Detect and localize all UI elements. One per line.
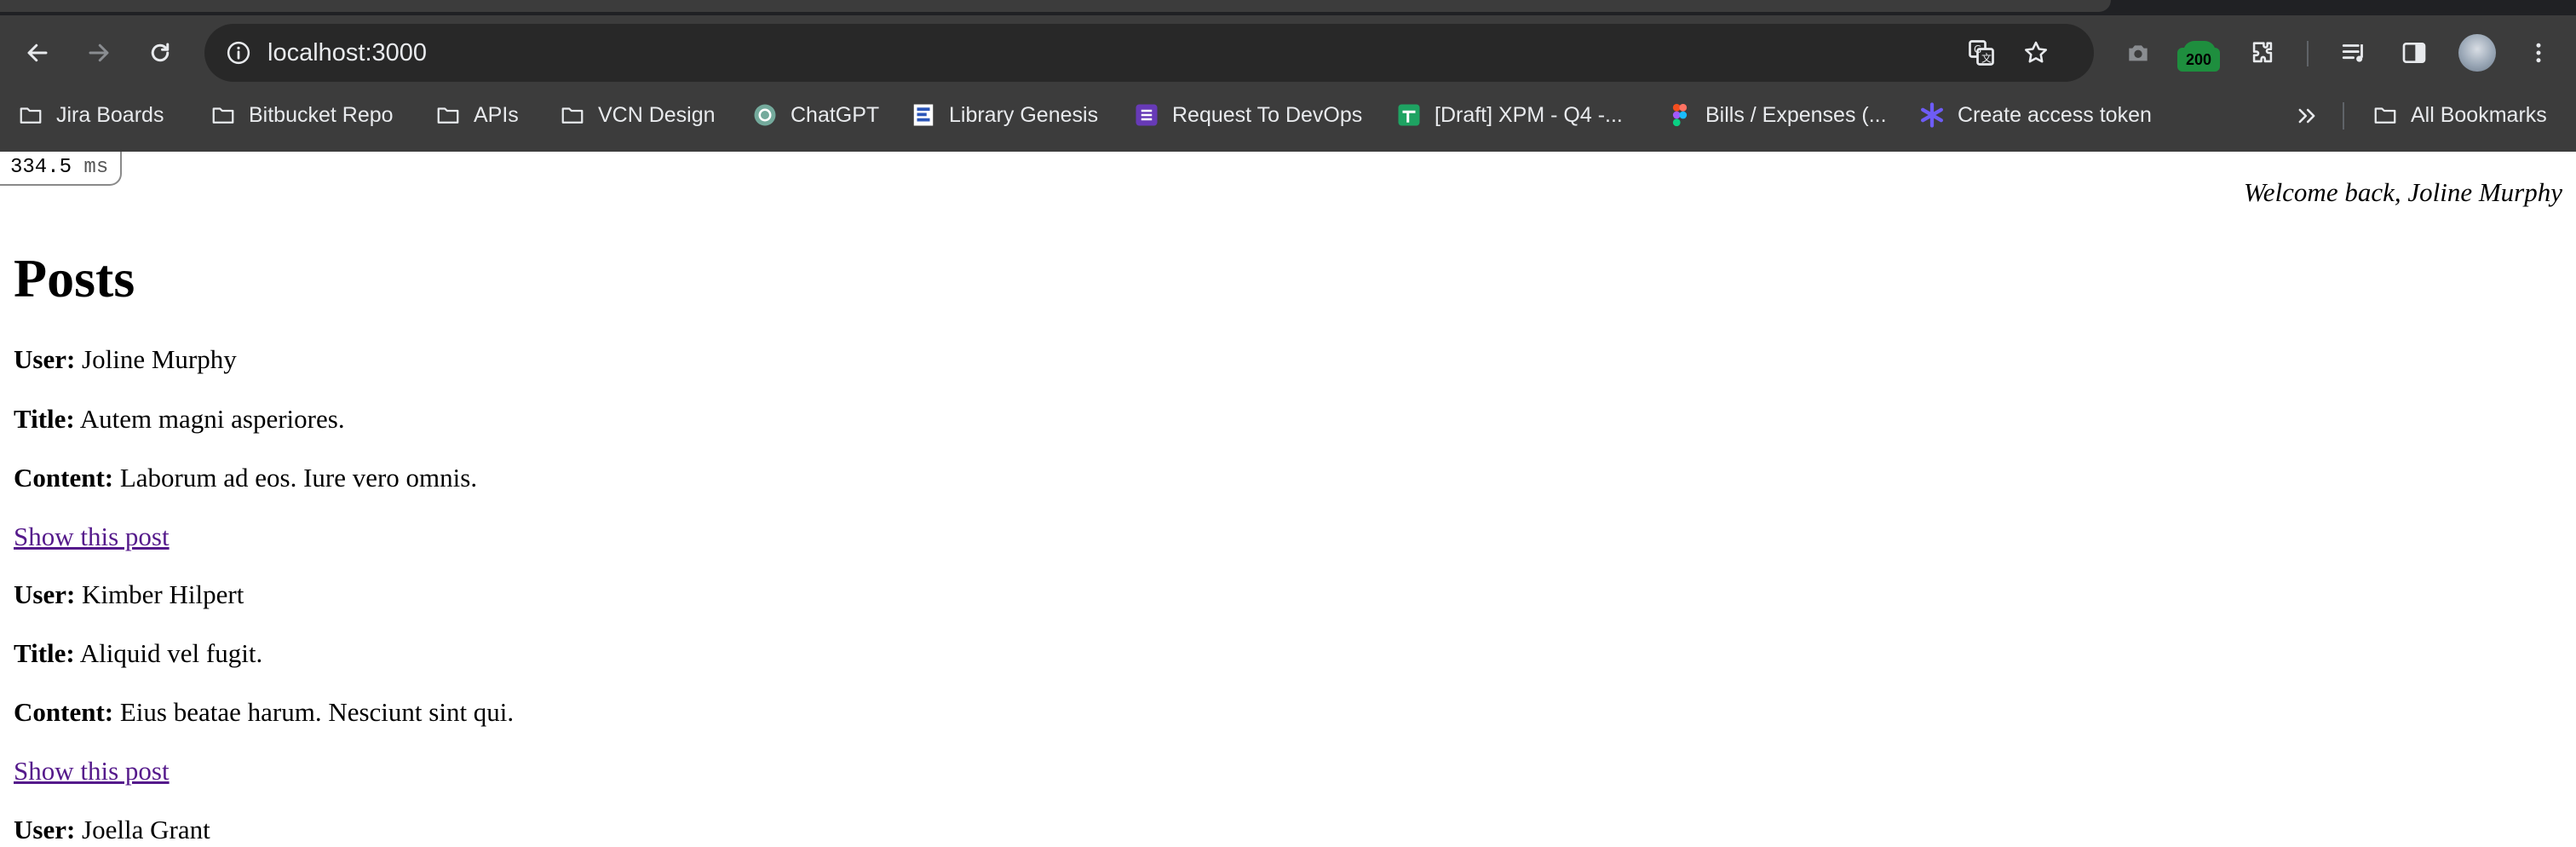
asterisk-icon <box>1918 101 1946 129</box>
folder-icon <box>17 101 44 129</box>
chatgpt-icon <box>751 101 779 129</box>
post-title-line: Title: Aliquid vel fugit. <box>14 638 262 669</box>
back-button[interactable] <box>17 32 58 73</box>
active-tab[interactable] <box>0 0 2111 12</box>
tab-strip <box>0 0 2576 15</box>
bookmark-chatgpt[interactable]: ChatGPT <box>751 90 879 140</box>
site-info-icon[interactable] <box>221 36 256 70</box>
folder-icon <box>434 101 462 129</box>
arrow-right-icon <box>89 43 109 62</box>
camera-icon[interactable] <box>2118 32 2159 73</box>
bookmarks-divider <box>2343 102 2344 130</box>
post-user: Kimber Hilpert <box>82 579 244 609</box>
post-title: Autem magni asperiores. <box>79 404 345 434</box>
title-label: Title: <box>14 638 75 668</box>
svg-text:G: G <box>1974 43 1981 55</box>
bookmark-star-icon[interactable] <box>2019 36 2053 70</box>
user-label: User: <box>14 815 76 844</box>
post-user: Joella Grant <box>82 815 210 844</box>
list-form-icon <box>1133 101 1160 129</box>
bookmark-label: VCN Design <box>598 102 716 127</box>
content-label: Content: <box>14 463 114 493</box>
post-user-line: User: Joella Grant <box>14 815 210 845</box>
all-bookmarks-label: All Bookmarks <box>2411 102 2547 127</box>
bookmark-vcn-design[interactable]: VCN Design <box>559 90 716 140</box>
folder-icon <box>2372 101 2399 129</box>
forward-button[interactable] <box>78 32 119 73</box>
bookmark-create-access-token[interactable]: Create access token <box>1918 90 2152 140</box>
bookmark-label: Bitbucket Repo <box>249 102 394 127</box>
timer-unit: ms <box>83 156 109 179</box>
bookmark-label: APIs <box>474 102 519 127</box>
figma-icon <box>1666 101 1693 129</box>
post-content-line: Content: Laborum ad eos. Iure vero omnis… <box>14 463 477 493</box>
bookmark-request-to-devops[interactable]: Request To DevOps <box>1133 90 1362 140</box>
welcome-message: Welcome back, Joline Murphy <box>2243 177 2562 207</box>
post-content-line: Content: Eius beatae harum. Nesciunt sin… <box>14 697 514 728</box>
media-controls-icon[interactable] <box>2334 32 2375 73</box>
reload-button[interactable] <box>140 32 181 73</box>
title-label: Title: <box>14 404 75 434</box>
bookmark-jira-boards[interactable]: Jira Boards <box>17 90 164 140</box>
more-bookmarks-chevron-icon[interactable] <box>2290 99 2324 133</box>
bookmark-draft-xpm[interactable]: [Draft] XPM - Q4 -... <box>1395 90 1623 140</box>
toolbar-divider <box>2307 41 2309 66</box>
post-content: Eius beatae harum. Nesciunt sint qui. <box>119 697 515 727</box>
folder-icon <box>559 101 586 129</box>
show-post-link[interactable]: Show this post <box>14 756 170 786</box>
post-user-line: User: Joline Murphy <box>14 344 237 375</box>
bookmark-label: Jira Boards <box>56 102 164 127</box>
post-link-line: Show this post <box>14 756 170 786</box>
browser-toolbar: localhost:3000 G文 200 <box>0 15 2576 90</box>
folder-icon <box>210 101 237 129</box>
post-user: Joline Murphy <box>82 344 237 374</box>
url-text[interactable]: localhost:3000 <box>267 24 427 82</box>
bookmark-label: [Draft] XPM - Q4 -... <box>1435 102 1623 127</box>
sheets-icon <box>1395 101 1423 129</box>
page-title: Posts <box>14 248 135 308</box>
extensions-puzzle-icon[interactable] <box>2242 32 2283 73</box>
bookmark-label: Bills / Expenses (... <box>1705 102 1887 127</box>
post-user-line: User: Kimber Hilpert <box>14 579 244 610</box>
library-genesis-icon <box>910 101 937 129</box>
timer-value: 334.5 <box>10 156 72 179</box>
address-bar[interactable]: localhost:3000 G文 <box>204 24 2094 82</box>
kebab-menu-icon[interactable] <box>2518 32 2559 73</box>
bookmark-label: Request To DevOps <box>1172 102 1363 127</box>
arrow-left-icon <box>27 43 48 62</box>
bookmarks-bar: Jira Boards Bitbucket Repo APIs VCN Desi… <box>0 90 2576 152</box>
show-post-link[interactable]: Show this post <box>14 521 170 551</box>
bookmark-label: ChatGPT <box>791 102 880 127</box>
bookmark-library-genesis[interactable]: Library Genesis <box>910 90 1098 140</box>
user-label: User: <box>14 579 76 609</box>
bookmark-label: Library Genesis <box>949 102 1099 127</box>
reload-icon <box>151 43 170 62</box>
post-title: Aliquid vel fugit. <box>79 638 263 668</box>
svg-text:文: 文 <box>1981 52 1992 65</box>
post-link-line: Show this post <box>14 521 170 552</box>
bookmark-apis[interactable]: APIs <box>434 90 519 140</box>
translate-icon[interactable]: G文 <box>1964 36 1998 70</box>
bookmark-bitbucket-repo[interactable]: Bitbucket Repo <box>210 90 394 140</box>
side-panel-icon[interactable] <box>2394 32 2435 73</box>
post-content: Laborum ad eos. Iure vero omnis. <box>119 463 478 493</box>
post-title-line: Title: Autem magni asperiores. <box>14 404 345 435</box>
bookmark-bills-expenses[interactable]: Bills / Expenses (... <box>1666 90 1887 140</box>
status-code-badge: 200 <box>2177 48 2220 72</box>
profile-avatar[interactable] <box>2458 34 2496 72</box>
all-bookmarks-button[interactable]: All Bookmarks <box>2372 90 2547 140</box>
user-label: User: <box>14 344 76 374</box>
render-timer-badge[interactable]: 334.5 ms <box>0 152 123 186</box>
bookmark-label: Create access token <box>1958 102 2152 127</box>
content-label: Content: <box>14 697 114 727</box>
